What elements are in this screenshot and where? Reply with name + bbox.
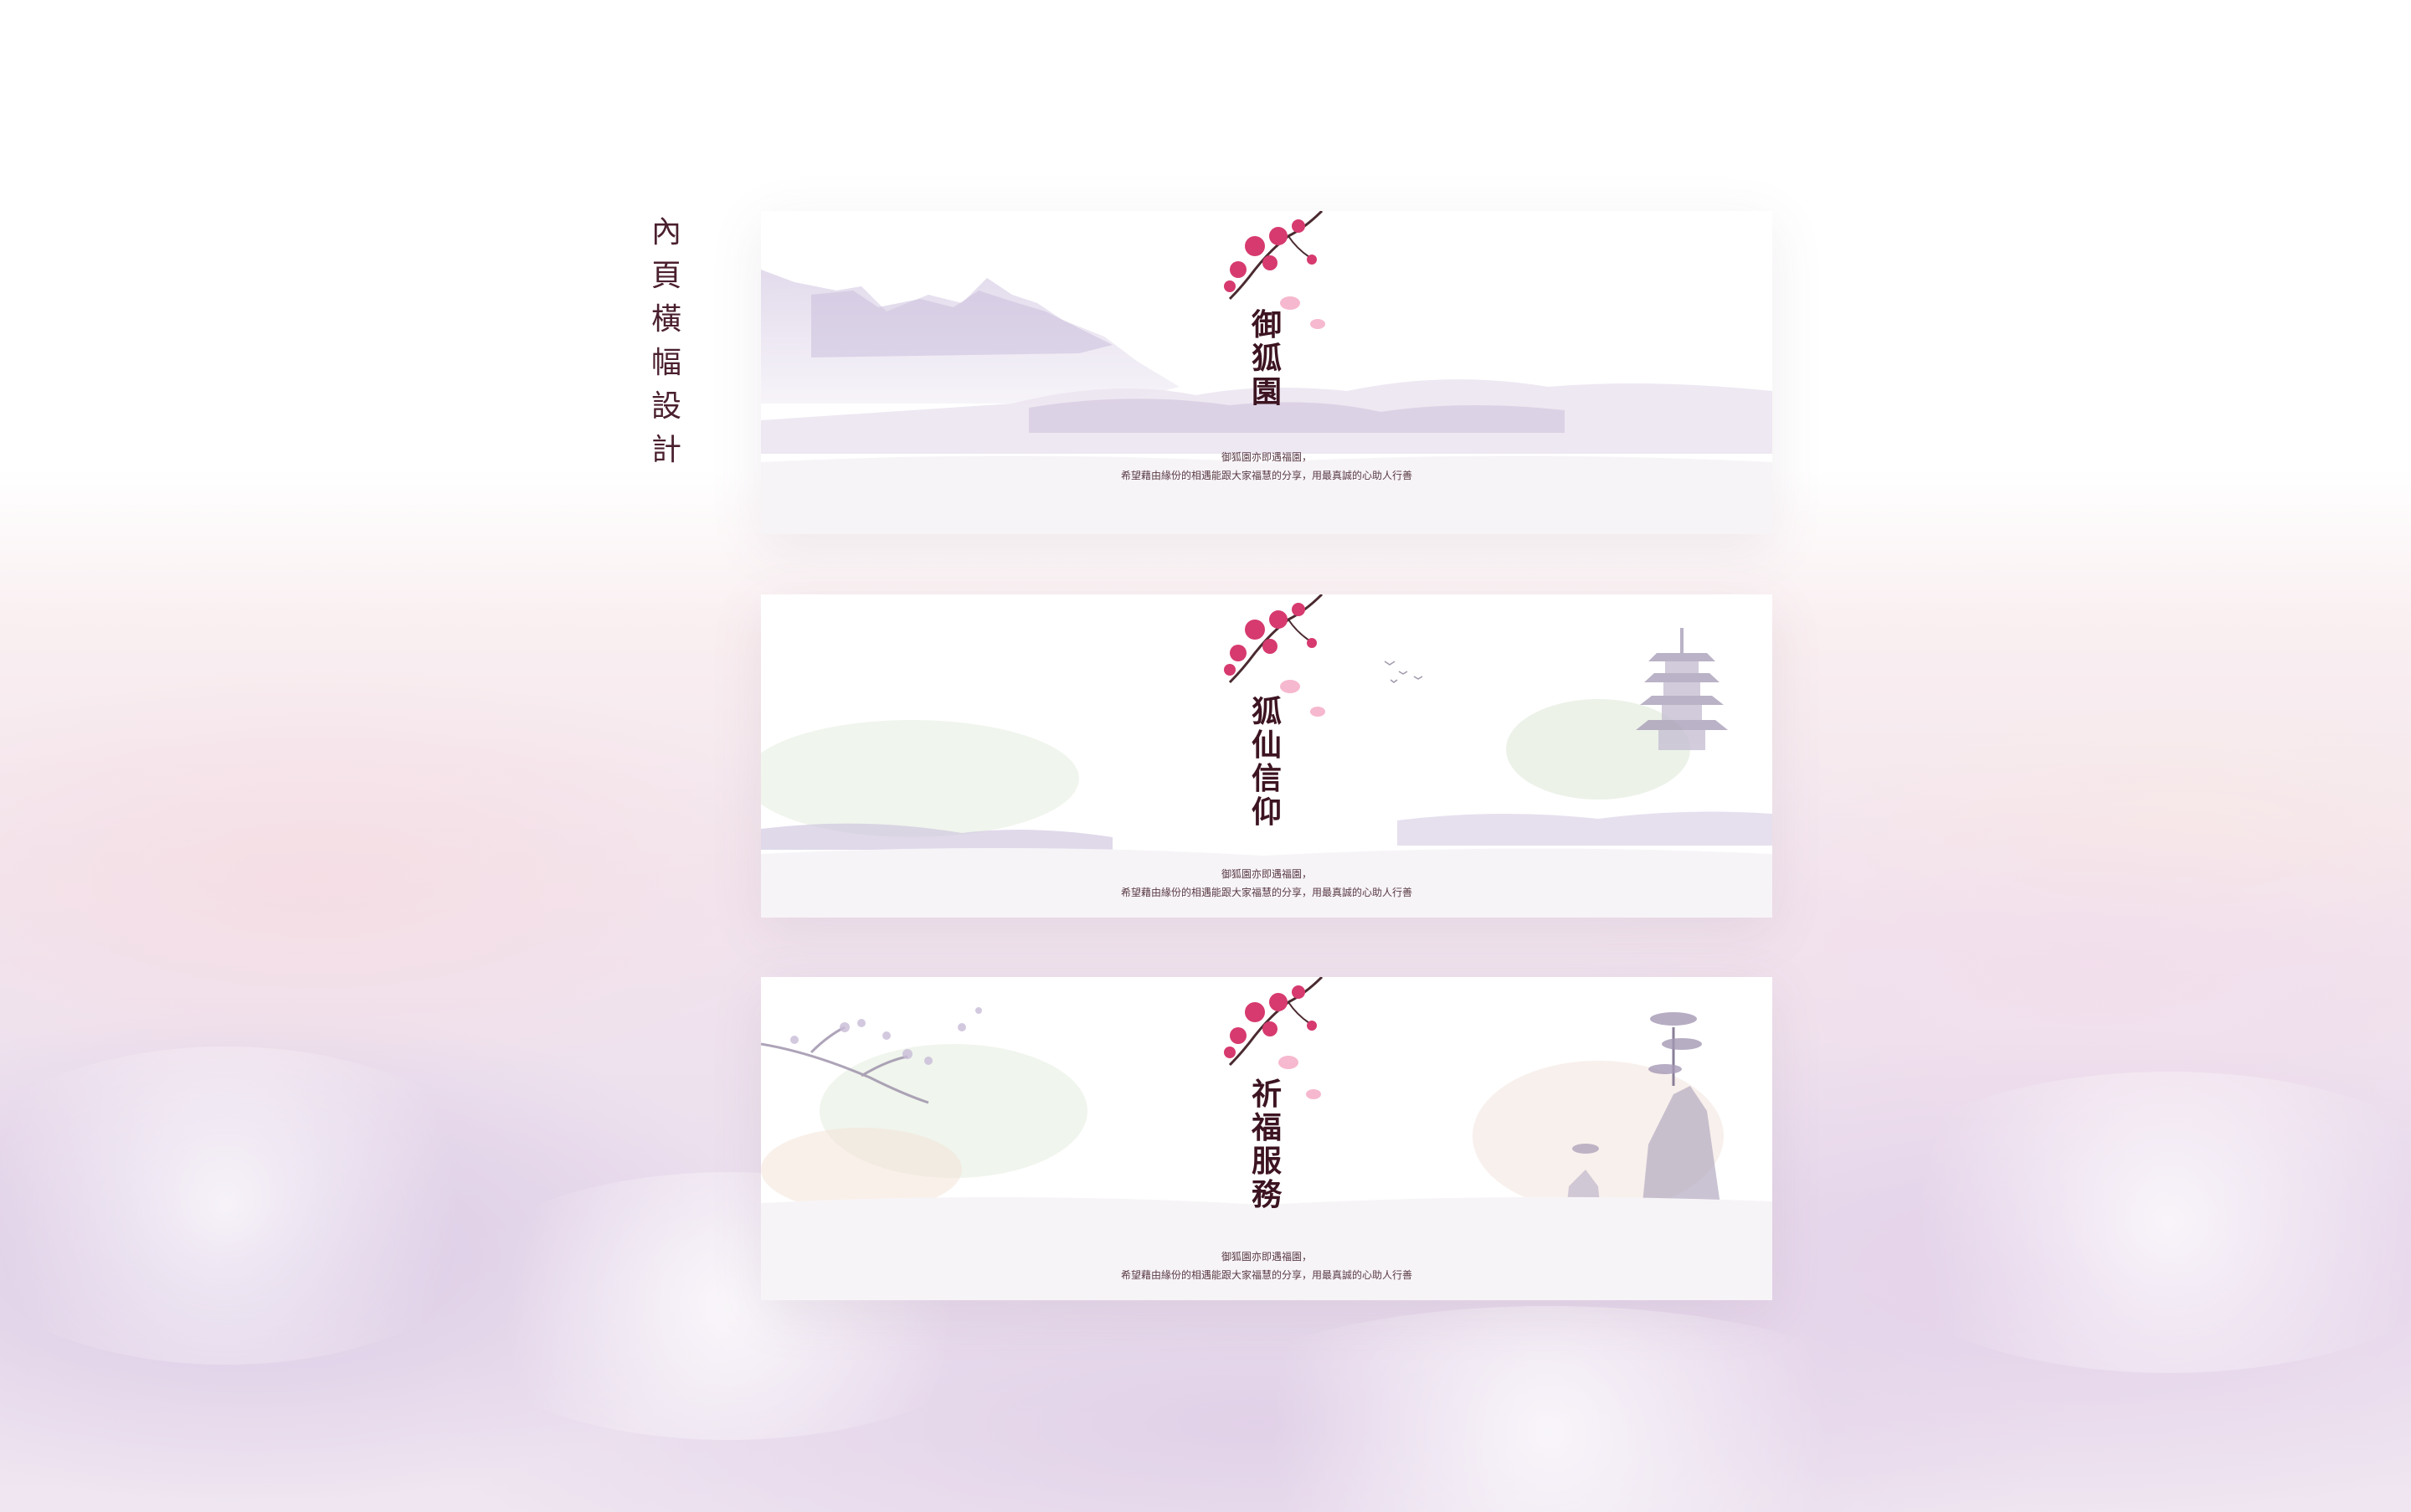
banner-title: 御 狐 園 xyxy=(1246,308,1288,409)
banner-title: 狐 仙 信 仰 xyxy=(1246,695,1288,829)
desc-line: 希望藉由緣份的相遇能跟大家福慧的分享，用最真誠的心助人行善 xyxy=(1120,1269,1412,1281)
title-char: 仰 xyxy=(1251,795,1282,830)
cloud-decoration xyxy=(1842,1072,2411,1373)
title-char: 園 xyxy=(1251,374,1282,409)
side-title-char: 設 xyxy=(650,389,681,424)
desc-line: 御狐園亦即遇福園， xyxy=(1221,1251,1312,1263)
title-char: 福 xyxy=(1251,1110,1282,1145)
banner-description: 御狐園亦即遇福園， 希望藉由緣份的相遇能跟大家福慧的分享，用最真誠的心助人行善 xyxy=(761,865,1772,902)
page-canvas: 內 頁 橫 幅 設 計 御 狐 園 御狐園亦即遇福園， 希望藉由緣份的相遇能跟大… xyxy=(0,0,2411,1512)
title-char: 服 xyxy=(1251,1144,1282,1179)
desc-line: 御狐園亦即遇福園， xyxy=(1221,868,1312,880)
title-char: 狐 xyxy=(1251,694,1282,729)
cloud-decoration xyxy=(1172,1306,1925,1512)
banner-title: 祈 福 服 務 xyxy=(1246,1077,1288,1211)
banner-description: 御狐園亦即遇福園， 希望藉由緣份的相遇能跟大家福慧的分享，用最真誠的心助人行善 xyxy=(761,448,1772,485)
side-title-char: 內 xyxy=(650,215,681,249)
side-title: 內 頁 橫 幅 設 計 xyxy=(641,211,691,472)
banner-card-3: 祈 福 服 務 御狐園亦即遇福園， 希望藉由緣份的相遇能跟大家福慧的分享，用最真… xyxy=(761,977,1772,1300)
desc-line: 希望藉由緣份的相遇能跟大家福慧的分享，用最真誠的心助人行善 xyxy=(1120,887,1412,898)
title-char: 仙 xyxy=(1251,728,1282,763)
title-char: 狐 xyxy=(1251,341,1282,376)
desc-line: 希望藉由緣份的相遇能跟大家福慧的分享，用最真誠的心助人行善 xyxy=(1120,470,1412,481)
banner-card-1: 御 狐 園 御狐園亦即遇福園， 希望藉由緣份的相遇能跟大家福慧的分享，用最真誠的… xyxy=(761,211,1772,534)
side-title-char: 橫 xyxy=(650,302,681,337)
banner-description: 御狐園亦即遇福園， 希望藉由緣份的相遇能跟大家福慧的分享，用最真誠的心助人行善 xyxy=(761,1247,1772,1284)
side-title-char: 幅 xyxy=(650,346,681,380)
side-title-char: 計 xyxy=(650,433,681,467)
title-char: 祈 xyxy=(1251,1077,1282,1112)
banner-card-2: 狐 仙 信 仰 御狐園亦即遇福園， 希望藉由緣份的相遇能跟大家福慧的分享，用最真… xyxy=(761,594,1772,918)
title-char: 務 xyxy=(1251,1177,1282,1212)
desc-line: 御狐園亦即遇福園， xyxy=(1221,451,1312,463)
side-title-char: 頁 xyxy=(650,259,681,293)
title-char: 御 xyxy=(1251,307,1282,342)
title-char: 信 xyxy=(1251,761,1282,796)
